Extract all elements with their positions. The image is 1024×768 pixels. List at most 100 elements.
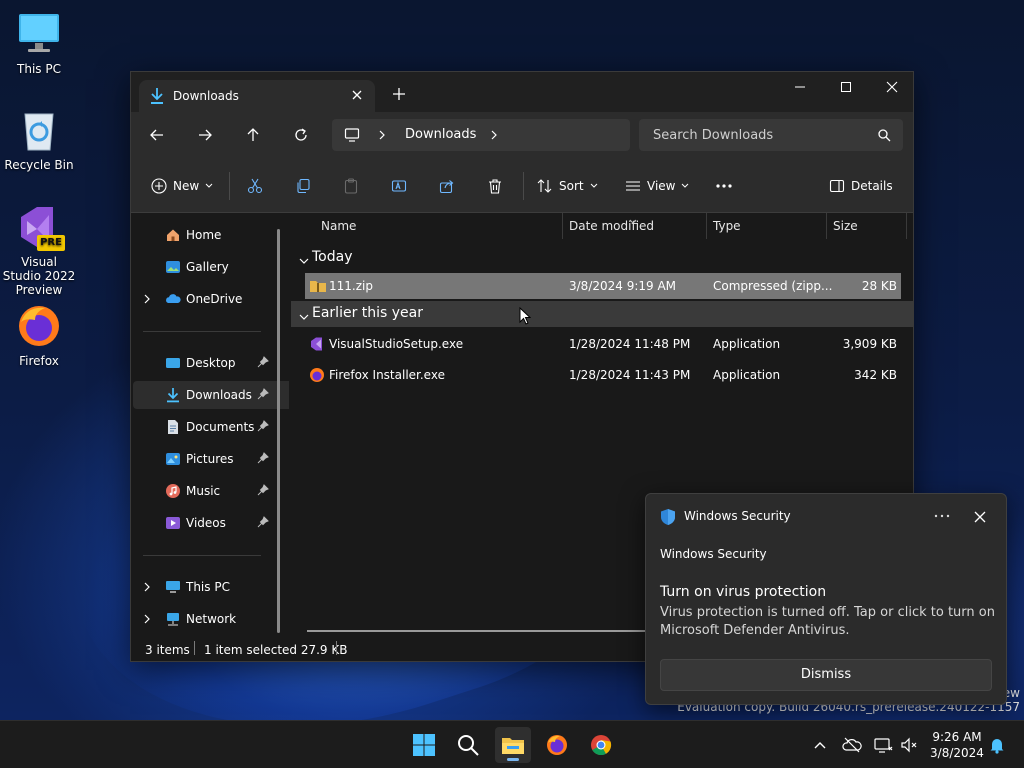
- rename-button[interactable]: [391, 174, 407, 198]
- new-button[interactable]: New: [151, 174, 213, 198]
- close-icon[interactable]: [970, 507, 990, 527]
- start-button[interactable]: [406, 727, 442, 763]
- notification-toast[interactable]: Windows Security Windows Security Turn o…: [645, 493, 1007, 705]
- taskbar-file-explorer[interactable]: [495, 727, 531, 763]
- chevron-right-icon[interactable]: [143, 613, 151, 627]
- taskbar-firefox[interactable]: [539, 727, 575, 763]
- close-tab-icon[interactable]: [349, 87, 365, 103]
- close-icon: [886, 81, 898, 93]
- pin-icon[interactable]: [257, 484, 269, 499]
- copy-button[interactable]: [295, 174, 311, 198]
- minimize-button[interactable]: [777, 72, 823, 102]
- up-button[interactable]: [241, 123, 265, 147]
- back-button[interactable]: [145, 123, 169, 147]
- pin-icon[interactable]: [257, 420, 269, 435]
- group-header-earlier-this-year[interactable]: Earlier this year: [291, 301, 913, 327]
- address-bar[interactable]: Downloads: [332, 119, 630, 151]
- tab-downloads[interactable]: Downloads: [139, 80, 375, 112]
- volume-icon[interactable]: [899, 735, 919, 755]
- nav-item-this-pc[interactable]: This PC: [133, 573, 295, 601]
- copy-icon: [297, 178, 310, 194]
- taskbar-chrome[interactable]: [583, 727, 619, 763]
- nav-item-pictures[interactable]: Pictures: [133, 445, 295, 473]
- refresh-icon: [295, 128, 307, 141]
- pin-icon[interactable]: [257, 356, 269, 371]
- status-divider: [194, 641, 195, 655]
- breadcrumb-downloads[interactable]: Downloads: [405, 127, 476, 142]
- column-header-size[interactable]: Size: [833, 219, 858, 233]
- system-clock[interactable]: 9:26 AM 3/8/2024: [928, 729, 986, 761]
- toolbar-divider: [229, 172, 230, 200]
- nav-item-onedrive[interactable]: OneDrive: [133, 285, 295, 313]
- nav-pane-scrollbar[interactable]: [277, 229, 280, 633]
- share-button[interactable]: [439, 174, 455, 198]
- delete-button[interactable]: [487, 174, 503, 198]
- cut-button[interactable]: [247, 174, 263, 198]
- dismiss-button[interactable]: Dismiss: [660, 659, 992, 691]
- chevron-right-icon[interactable]: [143, 293, 151, 307]
- nav-item-music[interactable]: Music: [133, 477, 295, 505]
- view-button[interactable]: View: [625, 174, 689, 198]
- search-box[interactable]: Search Downloads: [639, 119, 903, 151]
- nav-item-videos[interactable]: Videos: [133, 509, 295, 537]
- network-icon[interactable]: [873, 735, 893, 755]
- chevron-right-icon[interactable]: [378, 129, 386, 144]
- sort-button[interactable]: Sort: [537, 174, 598, 198]
- chevron-up-icon[interactable]: [810, 735, 830, 755]
- group-header-today[interactable]: Today: [291, 245, 913, 271]
- table-row-selected[interactable]: 111.zip 3/8/2024 9:19 AM Compressed (zip…: [305, 273, 901, 299]
- column-header-type[interactable]: Type: [713, 219, 741, 233]
- onedrive-offline-icon[interactable]: [842, 735, 862, 755]
- nav-item-documents[interactable]: Documents: [133, 413, 295, 441]
- new-label: New: [173, 179, 200, 193]
- search-icon: [878, 129, 891, 142]
- desktop-icon-firefox[interactable]: Firefox: [1, 302, 77, 368]
- recycle-bin-icon: [15, 106, 63, 154]
- search-input[interactable]: Search Downloads: [653, 128, 773, 143]
- column-header-name[interactable]: Name: [321, 219, 356, 233]
- nav-item-home[interactable]: Home: [133, 221, 295, 249]
- table-row[interactable]: VisualStudioSetup.exe 1/28/2024 11:48 PM…: [305, 331, 901, 357]
- more-options-button[interactable]: [715, 174, 733, 198]
- title-bar: Downloads: [131, 72, 913, 112]
- column-divider[interactable]: [826, 213, 827, 239]
- active-indicator: [507, 758, 519, 761]
- mouse-cursor: [519, 306, 532, 328]
- desktop-icon-label: This PC: [17, 62, 61, 76]
- pin-icon[interactable]: [257, 388, 269, 403]
- pin-icon[interactable]: [257, 516, 269, 531]
- chevron-right-icon[interactable]: [490, 129, 498, 144]
- desktop-icon-visual-studio[interactable]: PRE Visual Studio 2022 Preview: [1, 203, 77, 297]
- column-divider[interactable]: [706, 213, 707, 239]
- table-row[interactable]: Firefox Installer.exe 1/28/2024 11:43 PM…: [305, 362, 901, 388]
- refresh-button[interactable]: [289, 123, 313, 147]
- nav-divider: [143, 331, 261, 332]
- pin-icon[interactable]: [257, 452, 269, 467]
- close-window-button[interactable]: [869, 72, 913, 102]
- nav-item-desktop[interactable]: Desktop: [133, 349, 295, 377]
- nav-item-gallery[interactable]: Gallery: [133, 253, 295, 281]
- visual-studio-icon: PRE: [15, 203, 65, 251]
- firefox-icon: [309, 367, 325, 383]
- tab-title: Downloads: [173, 89, 239, 103]
- nav-item-network[interactable]: Network: [133, 605, 295, 633]
- paste-button[interactable]: [343, 174, 359, 198]
- pictures-icon: [165, 451, 181, 467]
- chevron-right-icon[interactable]: [143, 581, 151, 595]
- details-button[interactable]: Details: [829, 174, 893, 198]
- nav-item-downloads[interactable]: Downloads: [133, 381, 295, 409]
- column-header-date[interactable]: Date modified: [569, 219, 654, 233]
- maximize-button[interactable]: [823, 72, 869, 102]
- desktop-icon-this-pc[interactable]: This PC: [1, 10, 77, 76]
- search-taskbar-button[interactable]: [450, 727, 486, 763]
- nav-divider: [143, 555, 261, 556]
- new-tab-icon[interactable]: [391, 86, 407, 102]
- more-icon[interactable]: [932, 507, 952, 525]
- trash-icon: [489, 179, 501, 194]
- notification-bell-icon[interactable]: [987, 735, 1007, 755]
- column-divider[interactable]: [906, 213, 907, 239]
- column-divider[interactable]: [562, 213, 563, 239]
- forward-button[interactable]: [193, 123, 217, 147]
- desktop-icon-recycle-bin[interactable]: Recycle Bin: [1, 106, 77, 172]
- scissors-icon: [247, 178, 263, 194]
